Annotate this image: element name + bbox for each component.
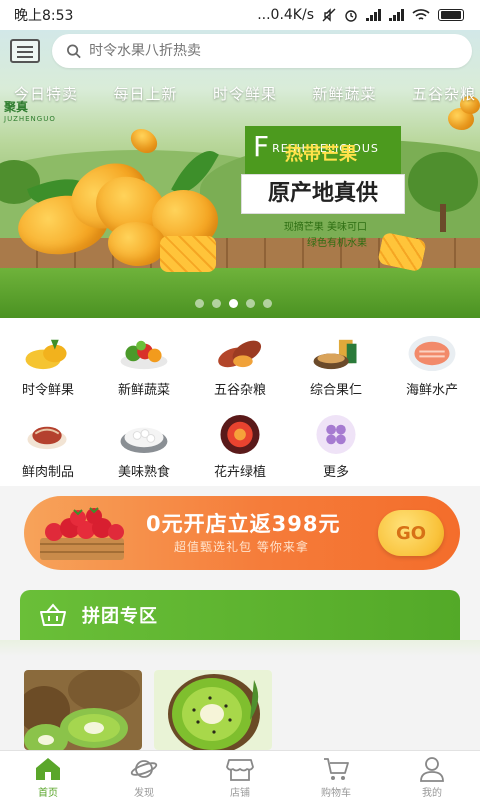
home-icon [36, 758, 60, 780]
category-nuts[interactable]: 综合果仁 [288, 318, 384, 398]
tab-store[interactable]: 店铺 [192, 751, 288, 800]
tab-grains[interactable]: 五谷杂粮 [412, 78, 476, 110]
seafood-icon [408, 335, 456, 372]
category-label: 花卉绿植 [213, 465, 266, 480]
promo-note-line: 绿色有机水果 [307, 238, 367, 249]
flower-icon [220, 414, 260, 455]
category-seasonal-fruit[interactable]: 时令鲜果 [0, 318, 96, 398]
category-label: 鲜肉制品 [21, 465, 74, 480]
search-input[interactable] [89, 43, 458, 59]
category-grains[interactable]: 五谷杂粮 [192, 318, 288, 398]
category-cooked-food[interactable]: 美味熟食 [96, 400, 192, 480]
cooked-food-icon [120, 427, 168, 454]
user-icon [420, 757, 444, 782]
tab-seasonal-fruit[interactable]: 时令鲜果 [213, 78, 277, 110]
grain-icon [218, 340, 262, 368]
basket-icon [40, 603, 66, 626]
scan-menu-button[interactable] [10, 39, 40, 63]
home-page: 聚真 JUZHENGUO F RESH DELICIOUS 热带芒果 原产地真供 … [0, 0, 480, 800]
battery-icon [438, 9, 464, 21]
kiwi-product-image [154, 670, 272, 750]
strawberry-basket-image [40, 507, 124, 560]
mango-image [108, 222, 166, 266]
mango-cube-image [160, 236, 216, 272]
category-flowers[interactable]: 花卉绿植 [192, 400, 288, 480]
tab-label: 购物车 [321, 788, 351, 799]
tab-profile[interactable]: 我的 [384, 751, 480, 800]
category-grid: 时令鲜果 新鲜蔬菜 五谷杂粮 综合果仁 海鲜水产 鲜肉制品 美味熟食 花卉绿植 … [0, 318, 480, 486]
group-buy-title: 拼团专区 [82, 606, 158, 627]
tab-home[interactable]: 首页 [0, 751, 96, 800]
status-bar: 晚上8:53 ...0.4K/s [0, 0, 480, 30]
group-buy-header[interactable]: 拼团专区 [20, 590, 460, 640]
carousel-dot[interactable] [263, 299, 272, 308]
wifi-icon [412, 9, 430, 20]
ad-title: 0元开店立返398元 [146, 512, 341, 536]
top-header [0, 30, 480, 72]
category-label: 新鲜蔬菜 [117, 383, 170, 398]
tab-label: 店铺 [230, 788, 250, 799]
planet-icon [130, 760, 158, 778]
promo-title: 热带芒果 [285, 144, 357, 165]
promo-ad-banner[interactable]: 0元开店立返398元 超值甄选礼包 等你来拿 GO [24, 496, 460, 570]
ad-subtitle: 超值甄选礼包 等你来拿 [174, 540, 309, 554]
nuts-icon [313, 339, 357, 370]
status-icons: ...0.4K/s [257, 7, 464, 23]
signal-icon [366, 9, 381, 21]
go-button[interactable]: GO [378, 510, 444, 556]
meat-icon [27, 426, 67, 450]
alarm-icon [345, 10, 357, 22]
category-label: 五谷杂粮 [213, 383, 266, 398]
carousel-dot[interactable] [212, 299, 221, 308]
product-card[interactable] [154, 670, 272, 750]
carousel-dot[interactable] [195, 299, 204, 308]
mute-icon [322, 8, 336, 22]
network-speed: ...0.4K/s [257, 7, 314, 23]
search-icon [67, 44, 81, 59]
category-label: 更多 [322, 465, 349, 480]
category-label: 美味熟食 [117, 465, 170, 480]
category-label: 时令鲜果 [21, 383, 74, 398]
kiwi-product-image [24, 670, 142, 750]
tab-label: 发现 [134, 788, 154, 799]
tree-decoration [408, 152, 478, 232]
tab-daily-new[interactable]: 每日上新 [113, 78, 177, 110]
promo-notes: 现摘芒果 美味可口 绿色有机水果 [257, 220, 367, 252]
vegetable-icon [120, 340, 168, 370]
tab-label: 首页 [38, 788, 58, 799]
tab-fresh-vegetables[interactable]: 新鲜蔬菜 [312, 78, 376, 110]
tab-discover[interactable]: 发现 [96, 751, 192, 800]
promo-card: F RESH DELICIOUS 热带芒果 原产地真供 现摘芒果 美味可口 绿色有… [237, 108, 409, 263]
search-bar[interactable] [52, 34, 472, 68]
cart-icon [324, 758, 349, 780]
category-seafood[interactable]: 海鲜水产 [384, 318, 480, 398]
status-time: 晚上8:53 [14, 8, 74, 24]
promo-note-line: 现摘芒果 美味可口 [283, 222, 367, 233]
category-more[interactable]: 更多 [288, 400, 384, 480]
grass-decoration [0, 268, 480, 318]
promo-subtitle: 原产地真供 [241, 174, 405, 214]
store-icon [226, 759, 254, 781]
tab-cart[interactable]: 购物车 [288, 751, 384, 800]
logo-text-en: JUZHENGUO [4, 115, 56, 123]
category-fresh-vegetables[interactable]: 新鲜蔬菜 [96, 318, 192, 398]
tab-today-sale[interactable]: 今日特卖 [14, 78, 78, 110]
category-label: 综合果仁 [309, 383, 362, 398]
fruit-icon [25, 339, 67, 370]
category-meat[interactable]: 鲜肉制品 [0, 400, 96, 480]
category-tabs: 今日特卖 每日上新 时令鲜果 新鲜蔬菜 五谷杂粮 [0, 78, 480, 110]
carousel-dot-active[interactable] [229, 299, 238, 308]
signal-icon [389, 9, 404, 21]
product-card[interactable] [24, 670, 142, 750]
carousel-indicator [195, 299, 272, 308]
category-label: 海鲜水产 [405, 383, 458, 398]
tab-label: 我的 [422, 788, 442, 799]
carousel-dot[interactable] [246, 299, 255, 308]
bottom-tab-bar: 首页 发现 店铺 购物车 我的 [0, 750, 480, 800]
more-icon [316, 414, 356, 455]
